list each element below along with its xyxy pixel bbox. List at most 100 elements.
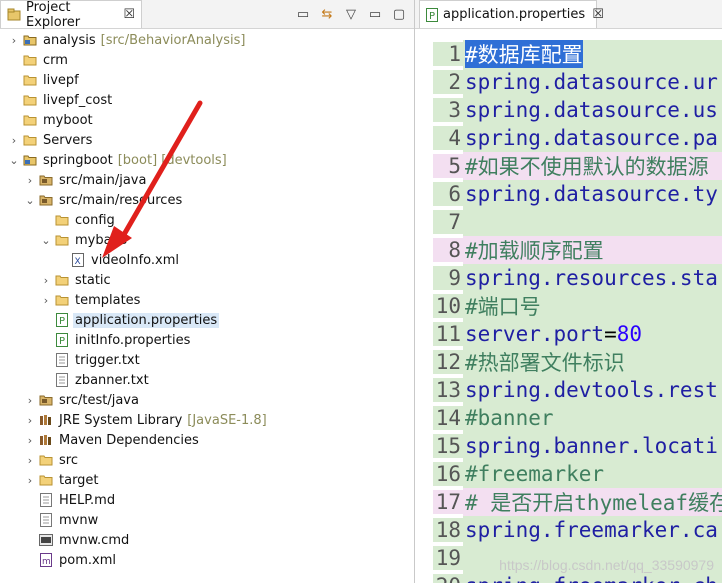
code-line[interactable]: 8 #加载顺序配置 — [433, 236, 722, 264]
tree-item[interactable]: › src/test/java — [0, 390, 414, 410]
code-token: spring.datasource.us — [465, 98, 718, 122]
svg-text:X: X — [75, 257, 81, 267]
expand-chevron-icon[interactable]: › — [8, 34, 20, 47]
folder-icon — [55, 293, 69, 307]
tree-item[interactable]: ⌄ mybatis — [0, 230, 414, 250]
tree-item[interactable]: HELP.md — [0, 490, 414, 510]
package-folder-icon — [39, 193, 53, 207]
code-line[interactable]: 10 #端口号 — [433, 292, 722, 320]
tree-item[interactable]: mvnw — [0, 510, 414, 530]
code-line[interactable]: 15 spring.banner.locati — [433, 432, 722, 460]
tab-project-explorer[interactable]: Project Explorer ☒ — [0, 0, 142, 30]
tree-item-label: HELP.md — [59, 492, 116, 508]
code-line[interactable]: 18 spring.freemarker.ca — [433, 516, 722, 544]
code-text: #如果不使用默认的数据源 （co — [463, 152, 722, 180]
code-line[interactable]: 3 spring.datasource.us — [433, 96, 722, 124]
view-menu-icon[interactable]: ▽ — [342, 5, 360, 23]
tree-item[interactable]: › target — [0, 470, 414, 490]
expand-chevron-icon[interactable]: ⌄ — [24, 194, 36, 207]
line-number: 1 — [433, 42, 463, 66]
text-file-icon — [39, 493, 53, 507]
tree-item[interactable]: ⌄ src/main/resources — [0, 190, 414, 210]
code-line[interactable]: 1 #数据库配置 — [433, 40, 722, 68]
tree-item[interactable]: › analysis [src/BehaviorAnalysis] — [0, 30, 414, 50]
tree-item-label: config — [75, 212, 115, 228]
expand-chevron-icon[interactable]: › — [24, 394, 36, 407]
tree-item[interactable]: PinitInfo.properties — [0, 330, 414, 350]
line-number: 2 — [433, 70, 463, 94]
code-line[interactable]: 4 spring.datasource.pa — [433, 124, 722, 152]
code-token: spring.datasource.pa — [465, 126, 718, 150]
code-line[interactable]: 11 server.port = 80 — [433, 320, 722, 348]
tree-item[interactable]: livepf_cost — [0, 90, 414, 110]
close-icon[interactable]: ☒ — [123, 7, 135, 22]
code-line[interactable]: 20spring.freemarker.ch — [433, 572, 722, 583]
line-number: 6 — [433, 182, 463, 206]
code-line[interactable]: 9 spring.resources.sta — [433, 264, 722, 292]
tree-item[interactable]: config — [0, 210, 414, 230]
tree-item[interactable]: › Maven Dependencies — [0, 430, 414, 450]
expand-chevron-icon[interactable]: › — [24, 414, 36, 427]
minimize-icon[interactable]: ▭ — [366, 5, 384, 23]
close-icon[interactable]: ☒ — [592, 7, 604, 22]
code-token: spring.banner.locati — [465, 434, 718, 458]
code-line[interactable]: 6 spring.datasource.ty — [433, 180, 722, 208]
expand-chevron-icon[interactable]: › — [24, 434, 36, 447]
tree-item-label: livepf — [43, 72, 79, 88]
code-editor[interactable]: 1 #数据库配置 2 spring.datasource.ur 3 spring.data… — [433, 40, 722, 583]
code-line[interactable]: 14 #banner — [433, 404, 722, 432]
expand-chevron-icon[interactable]: ⌄ — [40, 234, 52, 247]
line-number: 7 — [433, 210, 463, 234]
code-line[interactable]: 16 #freemarker — [433, 460, 722, 488]
tree-item[interactable]: › templates — [0, 290, 414, 310]
code-line[interactable]: 12 #热部署文件标识 — [433, 348, 722, 376]
editor-panel: P application.properties ☒ 1 #数据库配置 2 sprin… — [415, 0, 722, 583]
tree-item-label: src — [59, 452, 78, 468]
tree-item[interactable]: › static — [0, 270, 414, 290]
code-line[interactable]: 2 spring.datasource.ur — [433, 68, 722, 96]
code-text: #freemarker — [463, 460, 722, 488]
tree-item[interactable]: › Servers — [0, 130, 414, 150]
tree-item[interactable]: › JRE System Library [JavaSE-1.8] — [0, 410, 414, 430]
expand-chevron-icon[interactable]: › — [40, 274, 52, 287]
tree-item[interactable]: livepf — [0, 70, 414, 90]
tree-item[interactable]: mvnw.cmd — [0, 530, 414, 550]
folder-icon — [55, 213, 69, 227]
tree-item[interactable]: XvideoInfo.xml — [0, 250, 414, 270]
tree-item[interactable]: crm — [0, 50, 414, 70]
tree-item-label: application.properties — [73, 312, 220, 328]
tree-item[interactable]: m pom.xml — [0, 550, 414, 570]
code-token: spring.devtools.rest — [465, 378, 718, 402]
line-number: 11 — [433, 322, 463, 346]
link-with-editor-icon[interactable]: ⇆ — [318, 5, 336, 23]
tree-item[interactable]: myboot — [0, 110, 414, 130]
tree-item-label: target — [59, 472, 99, 488]
expand-chevron-icon[interactable]: › — [24, 174, 36, 187]
code-line[interactable]: 13 spring.devtools.rest — [433, 376, 722, 404]
expand-chevron-icon[interactable]: › — [24, 454, 36, 467]
line-number: 3 — [433, 98, 463, 122]
line-number: 17 — [433, 490, 463, 514]
tree-item-label: src/test/java — [59, 392, 139, 408]
project-explorer-icon — [7, 8, 21, 22]
tree-item[interactable]: zbanner.txt — [0, 370, 414, 390]
tree-item-label: JRE System Library — [59, 412, 183, 428]
collapse-all-icon[interactable]: ▭ — [294, 5, 312, 23]
tab-application-properties[interactable]: P application.properties ☒ — [419, 0, 604, 28]
tree-item-label: initInfo.properties — [75, 332, 191, 348]
maximize-icon[interactable]: ▢ — [390, 5, 408, 23]
tree-item[interactable]: Papplication.properties — [0, 310, 414, 330]
expand-chevron-icon[interactable]: › — [24, 474, 36, 487]
tree-item[interactable]: ⌄ springboot [boot] [devtools] — [0, 150, 414, 170]
tree-item[interactable]: › src — [0, 450, 414, 470]
code-line[interactable]: 17# 是否开启thymeleaf缓存,本 — [433, 488, 722, 516]
code-text: spring.freemarker.ch — [463, 572, 722, 583]
tree-item[interactable]: › src/main/java — [0, 170, 414, 190]
expand-chevron-icon[interactable]: ⌄ — [8, 154, 20, 167]
expand-chevron-icon[interactable]: › — [40, 294, 52, 307]
tree-item[interactable]: trigger.txt — [0, 350, 414, 370]
code-line[interactable]: 5#如果不使用默认的数据源 （co — [433, 152, 722, 180]
expand-chevron-icon[interactable]: › — [8, 134, 20, 147]
code-line[interactable]: 7 — [433, 208, 722, 236]
tree-item-decoration: [JavaSE-1.8] — [187, 412, 267, 428]
